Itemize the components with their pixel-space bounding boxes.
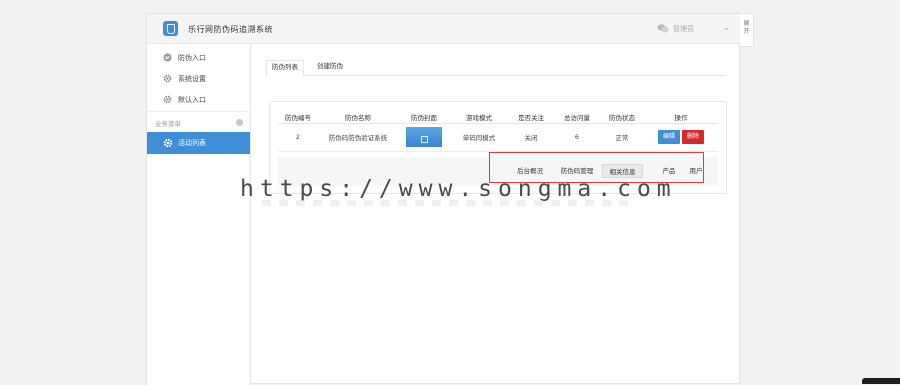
- table-row: 2 防伪码防伪验证系统 单码同模式 关闭 6 正常 编辑 删除: [278, 123, 718, 152]
- tab-list[interactable]: 防伪列表: [266, 60, 304, 77]
- chat-bubble-icon: [163, 53, 172, 62]
- data-table: 防伪编号 防伪名称 防伪封面 游戏模式 是否关注 总访问量 防伪状态 操作 2 …: [278, 111, 718, 152]
- top-bar: 乐行网防伪码追溯系统 管理员 ⌄: [147, 14, 741, 44]
- corner-badge: [862, 378, 900, 384]
- app-logo-icon: [163, 21, 178, 36]
- status-badge: 正常: [600, 123, 644, 152]
- column-header: 防伪封面: [398, 111, 450, 124]
- sidebar-item-label: 系统设置: [178, 75, 206, 83]
- cell-mode: 单码同模式: [450, 123, 508, 152]
- sidebar-item-default-entry[interactable]: 默认入口: [147, 90, 251, 110]
- cover-thumbnail[interactable]: [406, 127, 442, 147]
- cell-id: 2: [278, 123, 318, 152]
- collapse-toggle-icon[interactable]: [236, 119, 243, 126]
- table-header-row: 防伪编号 防伪名称 防伪封面 游戏模式 是否关注 总访问量 防伪状态 操作: [278, 111, 718, 124]
- sidebar-item-label: 默认入口: [178, 96, 206, 104]
- tab-create[interactable]: 创建防伪: [312, 60, 348, 76]
- sidebar-item-activity-list[interactable]: 活动列表: [147, 132, 250, 154]
- user-menu-label[interactable]: 管理员: [673, 24, 694, 34]
- gear-icon: [163, 74, 172, 83]
- delete-button[interactable]: 删除: [682, 130, 705, 144]
- gear-icon: [163, 95, 172, 104]
- cell-follow: 关闭: [508, 123, 554, 152]
- cell-actions: 编辑 删除: [644, 123, 718, 152]
- gear-icon: [163, 138, 173, 148]
- tab-bar: 防伪列表 创建防伪: [266, 60, 726, 77]
- sidebar-item-label: 活动列表: [178, 139, 206, 147]
- watermark-text: https://www.songma.com: [240, 176, 677, 202]
- sidebar: 防伪入口 系统设置 默认入口 业务菜单 活动列表: [147, 44, 251, 385]
- side-tab-label: 展开: [743, 20, 750, 35]
- sidebar-section-title: 业务菜单: [155, 120, 181, 128]
- cell-visits: 6: [554, 123, 600, 152]
- column-header: 游戏模式: [450, 111, 508, 124]
- edit-button[interactable]: 编辑: [657, 130, 680, 144]
- column-header: 总访问量: [554, 111, 600, 124]
- column-header: 防伪名称: [318, 111, 398, 124]
- app-title: 乐行网防伪码追溯系统: [188, 25, 273, 34]
- column-header: 是否关注: [508, 111, 554, 124]
- cell-name: 防伪码防伪验证系统: [318, 123, 398, 152]
- cell-cover: [398, 123, 450, 152]
- sidebar-item-entry[interactable]: 防伪入口: [147, 48, 251, 68]
- sidebar-item-label: 防伪入口: [178, 54, 206, 62]
- column-header: 操作: [644, 111, 718, 124]
- watermark-reflection: [262, 200, 632, 206]
- sidebar-item-settings[interactable]: 系统设置: [147, 69, 251, 89]
- column-header: 防伪状态: [600, 111, 644, 124]
- wechat-icon[interactable]: [657, 24, 669, 33]
- chevron-down-icon[interactable]: ⌄: [723, 23, 730, 32]
- side-expand-tab[interactable]: 展开: [740, 13, 754, 47]
- sidebar-section-header[interactable]: 业务菜单: [147, 111, 251, 131]
- column-header: 防伪编号: [278, 111, 318, 124]
